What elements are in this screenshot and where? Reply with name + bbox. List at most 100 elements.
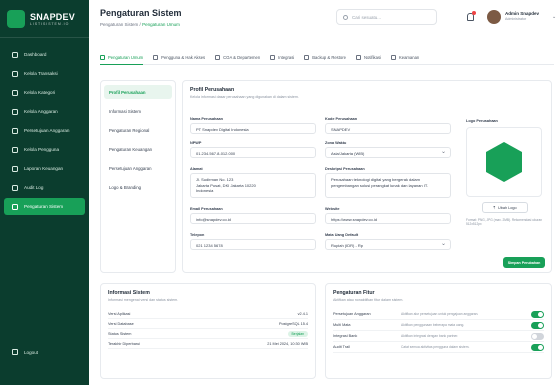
link-icon: [270, 55, 276, 60]
feature-toggle[interactable]: [531, 332, 544, 340]
folder-icon: [12, 89, 18, 96]
email-input[interactable]: info@snapdev.co.id: [190, 213, 316, 224]
currency-select[interactable]: Rupiah (IDR) - Rp: [325, 239, 451, 250]
gear-icon: [100, 55, 105, 60]
tab-coa-departemen[interactable]: COA & Departemen: [215, 51, 260, 64]
user-info[interactable]: Admin Snapdev Administrator: [505, 11, 539, 21]
check-circle-icon: [12, 127, 18, 134]
feature-row: Integrasi Bank Aktifkan integrasi dengan …: [333, 331, 544, 342]
description-textarea[interactable]: Perusahaan teknologi digital yang berger…: [325, 173, 451, 198]
tab-integrasi[interactable]: Integrasi: [270, 51, 294, 64]
sidebar-nav: Dashboard Kelola Transaksi Kelola Kategori…: [0, 38, 89, 215]
subnav-item-pengaturan-keuangan[interactable]: Pengaturan Keuangan: [104, 142, 172, 156]
tab-keamanan[interactable]: Keamanan: [390, 51, 419, 64]
sidebar-item-pengaturan-sistem[interactable]: Pengaturan Sistem: [4, 198, 85, 215]
feature-desc: Aktifkan alur persetujuan untuk pengajua…: [401, 312, 479, 316]
feature-toggle[interactable]: [531, 321, 544, 329]
profile-subtitle: Kelola informasi dasar perusahaan yang d…: [190, 95, 299, 99]
sidebar-item-kelola-anggaran[interactable]: Kelola Anggaran: [4, 103, 85, 120]
subnav-item-informasi-sistem[interactable]: Informasi Sistem: [104, 104, 172, 118]
user-role: Administrator: [505, 17, 527, 21]
timezone-field: Zona Waktu Asia/Jakarta (WIB): [325, 141, 451, 158]
subnav-item-logo-branding[interactable]: Logo & Branding: [104, 180, 172, 194]
upload-logo-button[interactable]: ⤒ Ubah Logo: [482, 202, 528, 213]
page-header: Pengaturan Sistem Pengaturan Sistem / Pe…: [89, 0, 560, 38]
user-name: Admin Snapdev: [505, 11, 540, 16]
company-logo-preview: [466, 127, 542, 197]
main-content: Pengaturan Sistem Pengaturan Sistem / Pe…: [89, 0, 560, 385]
subnav-item-pengaturan-regional[interactable]: Pengaturan Regional: [104, 123, 172, 137]
sidebar-item-label: Laporan Keuangan: [24, 166, 64, 171]
npwp-input[interactable]: 01.234.567.8-012.000: [190, 147, 316, 158]
brand-name: SNAPDEV: [30, 11, 75, 22]
brand-logo[interactable]: SNAPDEV L I S T I S I S T E M . I O: [0, 0, 89, 38]
feature-name: Audit Trail: [333, 345, 350, 349]
sidebar-item-kelola-transaksi[interactable]: Kelola Transaksi: [4, 65, 85, 82]
settings-tabs: Pengaturan Umum Pengguna & Hak Akses COA &…: [100, 51, 554, 65]
feature-row: Audit Trail Catat semua aktivitas penggun…: [333, 342, 544, 353]
logout-icon: [12, 349, 18, 355]
sidebar-item-persetujuan-anggaran[interactable]: Persetujuan Anggaran: [4, 122, 85, 139]
sidebar-item-label: Kelola Kategori: [24, 90, 56, 95]
subnav-item-persetujuan-anggaran[interactable]: Persetujuan Anggaran: [104, 161, 172, 175]
feature-toggle[interactable]: [531, 343, 544, 351]
sidebar-item-label: Kelola Pengguna: [24, 147, 59, 152]
sidebar-item-audit-log[interactable]: Audit Log: [4, 179, 85, 196]
sidebar-item-laporan-keuangan[interactable]: Laporan Keuangan: [4, 160, 85, 177]
sysinfo-value: 21 Mei 2024, 10:30 WIB: [267, 341, 308, 346]
feature-row: Multi Mata Aktifkan penggunaan beberapa m…: [333, 320, 544, 331]
chevron-down-icon[interactable]: ⌄: [552, 14, 556, 20]
company-code-input[interactable]: SNAPDEV: [325, 123, 451, 134]
sysinfo-label: Status Sistem: [108, 331, 132, 336]
tab-pengaturan-umum[interactable]: Pengaturan Umum: [100, 51, 144, 65]
email-field: Email Perusahaan info@snapdev.co.id: [190, 207, 316, 224]
save-button[interactable]: Simpan Perubahan: [503, 257, 545, 268]
upload-note: Format: PNG, JPG (max. 2MB). Rekomendasi…: [466, 218, 542, 227]
tab-backup-restore[interactable]: Backup & Restore: [304, 51, 346, 64]
shield-icon: [390, 55, 396, 60]
tab-pengguna-hak-akses[interactable]: Pengguna & Hak Akses: [153, 51, 205, 64]
system-info-card: Informasi Sistem Informasi mengenai vers…: [100, 283, 316, 379]
profile-title: Profil Perusahaan: [190, 87, 235, 93]
logo-label: Logo Perusahaan: [466, 119, 498, 123]
sysinfo-value: v2.4.1: [297, 311, 308, 316]
bell-icon: [355, 55, 361, 60]
upload-icon: ⤒: [493, 205, 496, 210]
tab-notifikasi[interactable]: Notifikasi: [355, 51, 381, 64]
search-icon: [343, 14, 348, 20]
sidebar-item-label: Persetujuan Anggaran: [24, 128, 70, 133]
sysinfo-label: Versi Aplikasi: [108, 311, 131, 316]
company-name-input[interactable]: PT Snapdev Digital Indonesia: [190, 123, 316, 134]
home-icon: [12, 51, 18, 58]
logout-label: Logout: [24, 349, 39, 355]
sidebar-item-kelola-kategori[interactable]: Kelola Kategori: [4, 84, 85, 101]
logout-button[interactable]: Logout: [4, 345, 38, 359]
feature-name: Integrasi Bank: [333, 334, 358, 338]
feature-toggle[interactable]: [531, 310, 544, 318]
avatar[interactable]: [487, 10, 501, 24]
sidebar-item-kelola-pengguna[interactable]: Kelola Pengguna: [4, 141, 85, 158]
wallet-icon: [12, 108, 18, 115]
tab-label: COA & Departemen: [223, 55, 261, 60]
users-icon: [12, 146, 18, 153]
feature-settings-card: Pengaturan Fitur Aktifkan atau nonaktifk…: [325, 283, 552, 379]
phone-input[interactable]: 021 1234 5678: [190, 239, 316, 250]
notification-dot: [472, 11, 476, 15]
logo-icon: [7, 9, 25, 28]
upload-label: Ubah Logo: [498, 205, 517, 210]
npwp-field: NPWP 01.234.567.8-012.000: [190, 141, 316, 158]
sidebar-item-label: Kelola Transaksi: [24, 71, 58, 76]
company-logo-icon: [486, 142, 522, 182]
subnav-item-profil-perusahaan[interactable]: Profil Perusahaan: [104, 85, 172, 99]
address-textarea[interactable]: Jl. Sudirman No. 123 Jakarta Pusat, DKI …: [190, 173, 316, 198]
sidebar-item-dashboard[interactable]: Dashboard: [4, 46, 85, 63]
book-icon: [215, 55, 221, 60]
company-profile-card: Profil Perusahaan Kelola informasi dasar…: [182, 80, 552, 273]
website-input[interactable]: https://www.snapdev.co.id: [325, 213, 451, 224]
timezone-select[interactable]: Asia/Jakarta (WIB): [325, 147, 451, 158]
brand-tagline: L I S T I S I S T E M . I O: [30, 21, 69, 26]
gear-icon: [12, 203, 18, 210]
search-input[interactable]: Cari sesuatu...: [336, 9, 437, 25]
sysinfo-label: Versi Database: [108, 321, 134, 326]
breadcrumb-root[interactable]: Pengaturan Sistem: [100, 22, 138, 27]
